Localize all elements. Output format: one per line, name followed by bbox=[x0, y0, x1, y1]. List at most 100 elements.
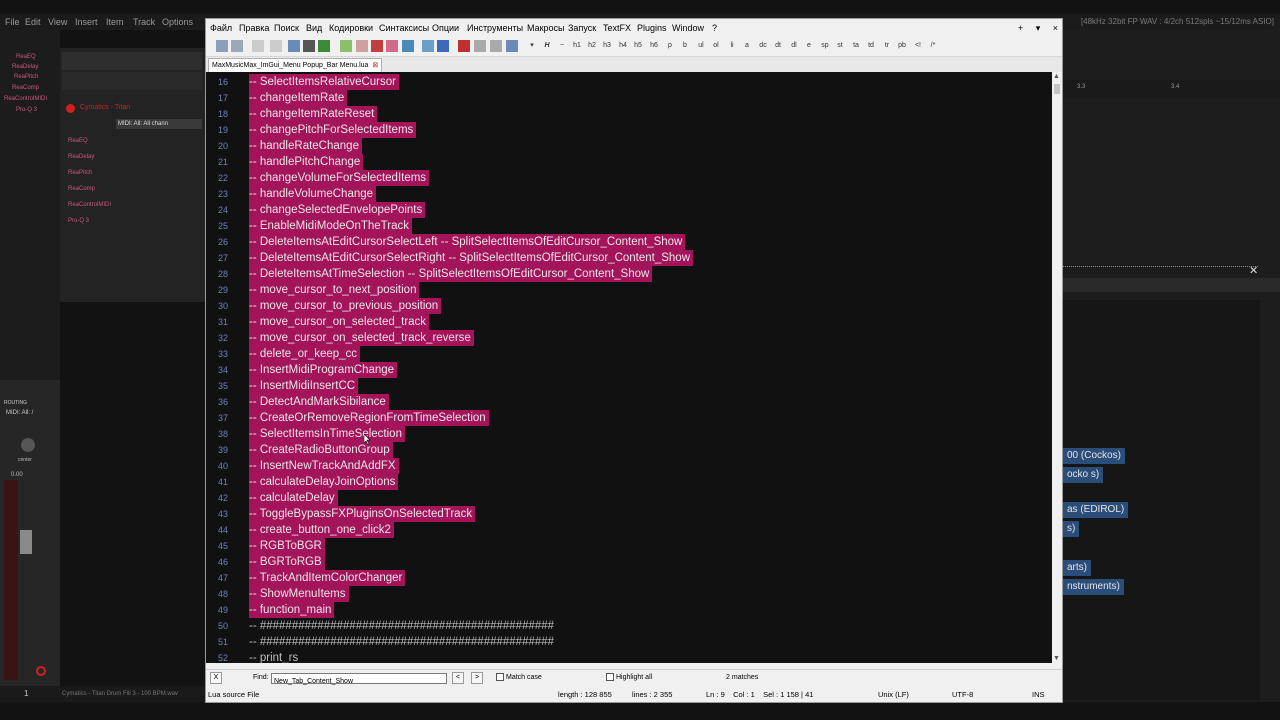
tag-a[interactable]: a bbox=[741, 40, 753, 52]
tab-file[interactable]: MaxMusicMax_ImGui_Menu Popup_Bar Menu.lu… bbox=[208, 58, 383, 72]
tag-ul[interactable]: ul bbox=[695, 40, 707, 52]
menu-view[interactable]: Вид bbox=[306, 19, 322, 37]
tag-e[interactable]: e bbox=[803, 40, 815, 52]
tag-tr[interactable]: tr bbox=[881, 40, 893, 52]
tag-block-comment[interactable]: /* bbox=[927, 40, 939, 52]
code-line[interactable]: -- changeSelectedEnvelopePoints bbox=[249, 202, 426, 218]
add-icon[interactable]: + bbox=[1018, 23, 1023, 33]
vertical-scrollbar[interactable]: ▲ ▼ bbox=[1052, 72, 1062, 663]
pan-knob-icon[interactable] bbox=[21, 438, 35, 452]
fx-item[interactable]: Pro-Q 3 bbox=[16, 107, 37, 113]
code-line[interactable]: -- print_rs bbox=[249, 650, 301, 663]
checkbox-icon[interactable] bbox=[496, 673, 504, 682]
reaper-menu-edit[interactable]: Edit bbox=[25, 14, 41, 30]
routing-device-item[interactable]: ocko s) bbox=[1063, 467, 1104, 483]
menu-file[interactable]: Файл bbox=[210, 19, 232, 37]
code-line[interactable]: -- move_cursor_to_previous_position bbox=[249, 298, 442, 314]
tag-b[interactable]: b bbox=[679, 40, 691, 52]
code-line[interactable]: -- EnableMidiModeOnTheTrack bbox=[249, 218, 412, 234]
code-line[interactable]: -- handlePitchChange bbox=[249, 154, 364, 170]
volume-fader[interactable] bbox=[20, 530, 32, 554]
routing-device-item[interactable]: nstruments) bbox=[1063, 579, 1124, 595]
tag-li[interactable]: li bbox=[726, 40, 738, 52]
tag-td[interactable]: td bbox=[865, 40, 877, 52]
record-icon[interactable] bbox=[36, 666, 46, 676]
code-line[interactable]: -- function_main bbox=[249, 602, 335, 618]
code-line[interactable]: -- changeItemRate bbox=[249, 90, 348, 106]
scroll-thumb[interactable] bbox=[1054, 84, 1060, 94]
menu-edit[interactable]: Правка bbox=[239, 19, 269, 37]
stop-icon[interactable] bbox=[474, 40, 486, 52]
close-window-icon[interactable]: × bbox=[1053, 23, 1058, 33]
midi-input-select[interactable]: MIDI: All: All chann bbox=[116, 119, 202, 129]
tag-dt[interactable]: dt bbox=[772, 40, 784, 52]
menu-macros[interactable]: Макросы bbox=[527, 19, 565, 37]
routing-device-item[interactable]: arts) bbox=[1063, 560, 1091, 576]
item-name[interactable]: Cymatics - Titan Drum Fill 3 - 100 BPM.w… bbox=[62, 686, 178, 702]
find-input[interactable]: New_Tab_Content_Show bbox=[271, 673, 447, 685]
fx-item[interactable]: ReaDelay bbox=[12, 64, 38, 70]
save-icon[interactable] bbox=[216, 40, 228, 52]
tag-st[interactable]: st bbox=[834, 40, 846, 52]
cut-icon[interactable] bbox=[252, 40, 264, 52]
code-editor[interactable]: 16 -- SelectItemsRelativeCursor 17 -- chang… bbox=[206, 72, 1052, 663]
code-line[interactable]: -- SelectItemsRelativeCursor bbox=[249, 74, 399, 90]
track-name[interactable]: Cymatics - Titan bbox=[80, 104, 130, 111]
code-line[interactable]: -- InsertMidiInsertCC bbox=[249, 378, 359, 394]
track-fx-item[interactable]: ReaDelay bbox=[68, 154, 94, 160]
save-all-icon[interactable] bbox=[231, 40, 243, 52]
tag-ta[interactable]: ta bbox=[850, 40, 862, 52]
close-icon[interactable]: ✕ bbox=[1249, 264, 1258, 277]
run-icon[interactable] bbox=[386, 40, 398, 52]
code-line[interactable]: -- move_cursor_on_selected_track bbox=[249, 314, 430, 330]
menu-help[interactable]: ? bbox=[712, 19, 717, 37]
play-icon[interactable] bbox=[490, 40, 502, 52]
code-line[interactable]: -- changePitchForSelectedItems bbox=[249, 122, 417, 138]
tag-h5[interactable]: h5 bbox=[632, 40, 644, 52]
dropdown-icon[interactable]: ▾ bbox=[1036, 23, 1041, 33]
code-line[interactable]: -- DetectAndMarkSibilance bbox=[249, 394, 389, 410]
code-line[interactable]: -- RGBToBGR bbox=[249, 538, 325, 554]
routing-device-item[interactable]: s) bbox=[1063, 521, 1080, 537]
reaper-menu-file[interactable]: File bbox=[5, 14, 20, 30]
tag-h1[interactable]: h1 bbox=[571, 40, 583, 52]
routing-device-item[interactable]: 00 (Cockos) bbox=[1063, 448, 1125, 464]
menu-run[interactable]: Запуск bbox=[568, 19, 596, 37]
code-line[interactable]: -- DeleteItemsAtEditCursorSelectRight --… bbox=[249, 250, 694, 266]
reaper-menu-item[interactable]: Item bbox=[106, 14, 124, 30]
code-line[interactable]: -- create_button_one_click2 bbox=[249, 522, 394, 538]
tag-h3[interactable]: h3 bbox=[601, 40, 613, 52]
code-line[interactable]: -- handleVolumeChange bbox=[249, 186, 377, 202]
find-close-button[interactable]: X bbox=[210, 672, 222, 684]
tab-close-icon[interactable]: ⊠ bbox=[372, 62, 378, 69]
record-macro-icon[interactable] bbox=[458, 40, 470, 52]
code-line[interactable]: -- #####################################… bbox=[249, 634, 557, 650]
tag-ol[interactable]: ol bbox=[710, 40, 722, 52]
code-line[interactable]: -- calculateDelay bbox=[249, 490, 338, 506]
fx-item[interactable]: ReaControlMIDI bbox=[4, 96, 47, 102]
code-line[interactable]: -- changeVolumeForSelectedItems bbox=[249, 170, 430, 186]
fx-item[interactable]: ReaPitch bbox=[14, 74, 38, 80]
track-fx-item[interactable]: Pro-Q 3 bbox=[68, 218, 89, 224]
code-line[interactable]: -- TrackAndItemColorChanger bbox=[249, 570, 406, 586]
code-line[interactable]: -- SelectItemsInTimeSelection bbox=[249, 426, 405, 442]
italic-icon[interactable] bbox=[437, 40, 449, 52]
menu-options[interactable]: Опции bbox=[432, 19, 459, 37]
bold-icon[interactable] bbox=[422, 40, 434, 52]
paste-icon[interactable] bbox=[288, 40, 300, 52]
tag-h2[interactable]: h2 bbox=[586, 40, 598, 52]
routing-label[interactable]: ROUTING bbox=[4, 400, 27, 406]
tag-h6[interactable]: h6 bbox=[648, 40, 660, 52]
reaper-menu-track[interactable]: Track bbox=[133, 14, 155, 30]
tag-pb[interactable]: pb bbox=[896, 40, 908, 52]
code-line[interactable]: -- InsertMidiProgramChange bbox=[249, 362, 398, 378]
code-line[interactable]: -- CreateRadioButtonGroup bbox=[249, 442, 393, 458]
code-line[interactable]: -- delete_or_keep_cc bbox=[249, 346, 361, 362]
code-line[interactable]: -- InsertNewTrackAndAddFX bbox=[249, 458, 399, 474]
checkbox-icon[interactable] bbox=[606, 673, 614, 682]
track-fx-item[interactable]: ReaComp bbox=[68, 186, 95, 192]
menu-window[interactable]: Window bbox=[672, 19, 704, 37]
code-line[interactable]: -- DeleteItemsAtTimeSelection -- SplitSe… bbox=[249, 266, 653, 282]
code-line[interactable]: -- calculateDelayJoinOptions bbox=[249, 474, 399, 490]
find-next-button[interactable]: > bbox=[471, 672, 483, 684]
